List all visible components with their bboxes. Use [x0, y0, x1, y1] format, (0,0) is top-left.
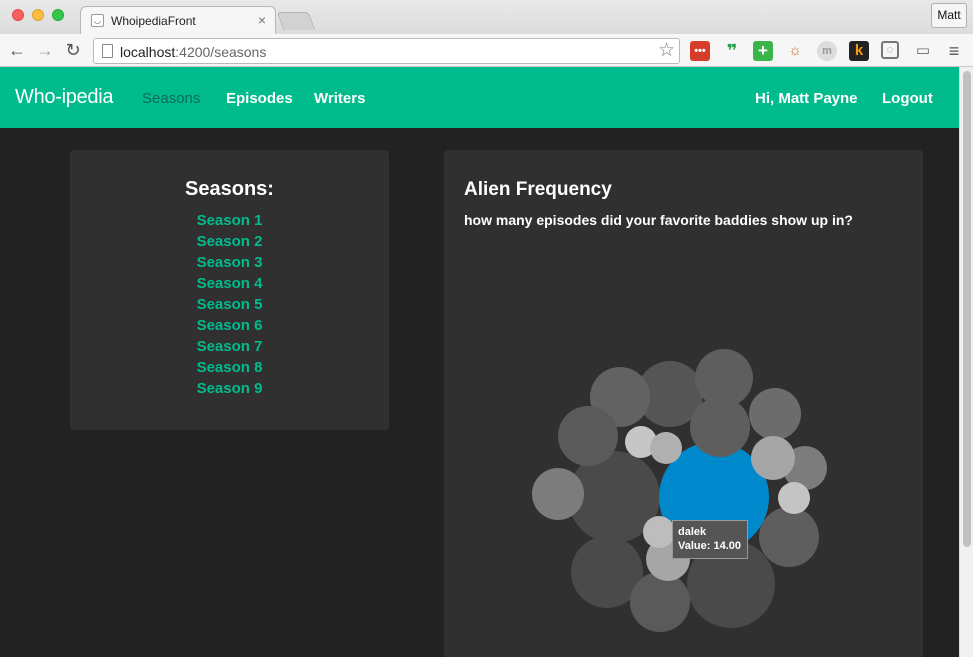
alien-frequency-panel: Alien Frequency how many episodes did yo…: [444, 150, 923, 657]
season-link-8[interactable]: Season 8: [197, 359, 263, 376]
minimize-window-icon[interactable]: [32, 9, 44, 21]
season-link-7[interactable]: Season 7: [197, 338, 263, 355]
season-link-1[interactable]: Season 1: [197, 212, 263, 229]
browser-toolbar: ← → ↻ localhost:4200/seasons ☆ ••• ❞ + ☼…: [0, 34, 973, 67]
bubble[interactable]: [778, 482, 810, 514]
maximize-window-icon[interactable]: [52, 9, 64, 21]
bubble[interactable]: [630, 572, 690, 632]
extension-character-icon[interactable]: ☼: [785, 41, 805, 61]
bubble[interactable]: [650, 432, 682, 464]
user-greeting[interactable]: Hi, Matt Payne: [755, 90, 858, 107]
browser-tab[interactable]: ◡ WhoipediaFront ×: [80, 6, 276, 34]
extension-m-icon[interactable]: m: [817, 41, 837, 61]
back-arrow-icon[interactable]: ←: [6, 39, 28, 61]
logout-link[interactable]: Logout: [882, 90, 933, 107]
bubble-tooltip: dalek Value: 14.00: [672, 520, 748, 559]
bubble[interactable]: [749, 388, 801, 440]
brand-logo[interactable]: Who-ipedia: [15, 86, 113, 109]
scrollbar-thumb[interactable]: [963, 71, 971, 547]
season-link-6[interactable]: Season 6: [197, 317, 263, 334]
new-tab-button[interactable]: [276, 12, 316, 30]
season-link-9[interactable]: Season 9: [197, 380, 263, 397]
close-window-icon[interactable]: [12, 9, 24, 21]
reload-icon[interactable]: ↻: [62, 39, 84, 61]
bubble[interactable]: [690, 397, 750, 457]
seasons-panel: Seasons: Season 1 Season 2 Season 3 Seas…: [70, 150, 389, 430]
app-navbar: Who-ipedia Seasons Episodes Writers Hi, …: [0, 67, 959, 128]
tooltip-name: dalek: [678, 526, 707, 538]
bubble[interactable]: [558, 406, 618, 466]
tab-close-icon[interactable]: ×: [258, 12, 266, 28]
extension-lastpass-icon[interactable]: •••: [690, 41, 710, 61]
profile-button[interactable]: Matt: [931, 3, 967, 28]
seasons-title: Seasons:: [185, 178, 274, 200]
page-viewport: Who-ipedia Seasons Episodes Writers Hi, …: [0, 67, 973, 657]
season-link-5[interactable]: Season 5: [197, 296, 263, 313]
tab-title: WhoipediaFront: [111, 14, 196, 28]
tab-favicon-icon: ◡: [91, 14, 104, 27]
forward-arrow-icon[interactable]: →: [34, 39, 56, 61]
extension-bulb-icon[interactable]: ◌: [881, 41, 899, 59]
bubble[interactable]: [643, 516, 675, 548]
url-text: localhost:4200/seasons: [120, 44, 267, 60]
extension-k-icon[interactable]: k: [849, 41, 869, 61]
nav-link-writers[interactable]: Writers: [314, 90, 365, 107]
bubble[interactable]: [759, 507, 819, 567]
cast-icon[interactable]: ▭: [913, 41, 933, 61]
season-link-2[interactable]: Season 2: [197, 233, 263, 250]
bubble[interactable]: [751, 436, 795, 480]
season-link-3[interactable]: Season 3: [197, 254, 263, 271]
bookmark-star-icon[interactable]: ☆: [658, 39, 675, 62]
page-scrollbar[interactable]: [959, 67, 973, 657]
nav-link-seasons[interactable]: Seasons: [142, 90, 200, 107]
browser-title-bar: ◡ WhoipediaFront × Matt: [0, 0, 973, 34]
tooltip-value: Value: 14.00: [678, 540, 741, 552]
bubble[interactable]: [532, 468, 584, 520]
nav-link-episodes[interactable]: Episodes: [226, 90, 293, 107]
chrome-menu-icon[interactable]: ≡: [944, 41, 964, 61]
address-bar[interactable]: localhost:4200/seasons ☆: [93, 38, 680, 64]
extension-plus-icon[interactable]: +: [753, 41, 773, 61]
bubble-chart: [532, 349, 827, 632]
extension-hangouts-icon[interactable]: ❞: [722, 41, 742, 61]
page-icon: [102, 44, 113, 58]
season-link-4[interactable]: Season 4: [197, 275, 263, 292]
season-list: Season 1 Season 2 Season 3 Season 4 Seas…: [70, 212, 389, 401]
